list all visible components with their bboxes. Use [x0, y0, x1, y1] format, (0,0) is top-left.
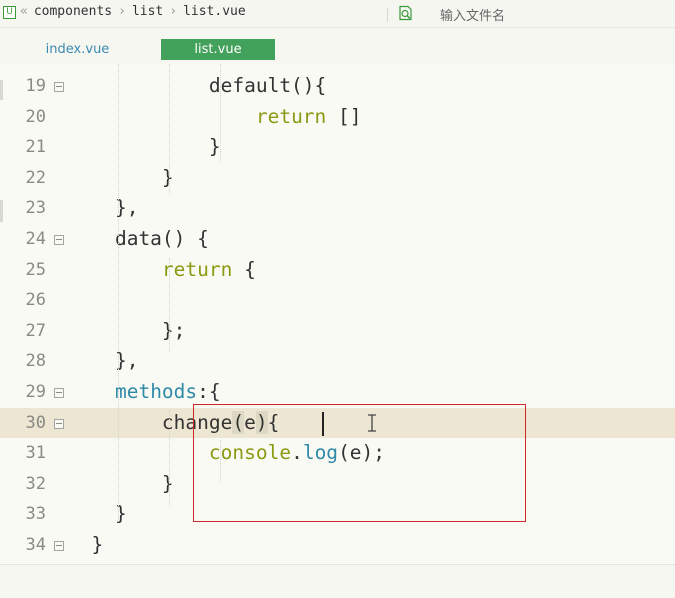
fold-toggle-icon[interactable] — [54, 388, 64, 398]
toolbar-divider — [387, 8, 388, 22]
breadcrumb-back-icon[interactable]: « — [20, 4, 28, 19]
code-text: return [] — [68, 102, 362, 132]
line-number: 29 — [25, 382, 46, 402]
code-text: default(){ — [68, 71, 326, 101]
indent-guide — [118, 64, 119, 522]
code-text: } — [68, 530, 103, 560]
fold-toggle-icon[interactable] — [54, 541, 64, 551]
line-number: 27 — [25, 320, 46, 341]
text-cursor — [322, 412, 324, 436]
breadcrumb-bar: U « components › list › list.vue 输入文件名 — [0, 0, 675, 28]
code-token: } — [68, 533, 104, 556]
code-text: } — [68, 469, 174, 499]
code-token: data() { — [68, 227, 209, 250]
annotation-box — [193, 404, 526, 522]
code-line[interactable]: 24 data() { — [0, 224, 675, 255]
code-text: }, — [68, 346, 139, 376]
line-number: 25 — [25, 259, 46, 280]
fold-toggle-icon[interactable] — [54, 82, 64, 92]
code-token: return — [161, 257, 233, 281]
code-text: }; — [68, 316, 186, 346]
code-token: } — [68, 165, 174, 189]
code-line[interactable]: 34 } — [0, 530, 675, 561]
code-line[interactable]: 20 return [] — [0, 102, 675, 133]
fold-toggle-icon[interactable] — [54, 235, 64, 245]
code-token: { — [232, 257, 256, 281]
code-token: methods — [114, 380, 198, 403]
code-text: }, — [68, 193, 139, 223]
code-line[interactable]: 21 } — [0, 132, 675, 163]
breadcrumb-item-list[interactable]: list — [132, 4, 163, 19]
line-number: 20 — [25, 106, 46, 127]
code-line[interactable]: 25 return { — [0, 255, 675, 286]
line-number: 19 — [25, 76, 46, 96]
breadcrumb-item-file[interactable]: list.vue — [183, 4, 246, 19]
line-number: 31 — [25, 443, 46, 464]
app-logo-icon: U — [3, 6, 16, 19]
line-number: 32 — [25, 473, 46, 494]
code-line[interactable]: 19 default(){ — [0, 71, 675, 102]
editor-tab-bar: index.vue list.vue — [0, 28, 675, 64]
code-text: } — [68, 132, 221, 162]
code-token: :{ — [197, 380, 221, 403]
code-line[interactable]: 27 }; — [0, 316, 675, 347]
line-number: 26 — [25, 290, 46, 311]
code-token: return — [255, 104, 327, 128]
breadcrumb-item-components[interactable]: components — [34, 4, 112, 19]
tab-list-vue[interactable]: list.vue — [161, 39, 275, 60]
code-line[interactable]: 22 } — [0, 163, 675, 194]
code-text: data() { — [68, 224, 209, 254]
line-number: 23 — [25, 198, 46, 219]
chevron-right-icon: › — [169, 4, 178, 19]
line-number: 28 — [25, 351, 46, 372]
code-line[interactable]: 28 }, — [0, 346, 675, 377]
line-number: 24 — [25, 229, 46, 249]
line-number: 30 — [25, 412, 46, 433]
breadcrumb: « components › list › list.vue — [20, 4, 246, 19]
line-number: 21 — [25, 137, 46, 158]
code-token: } — [68, 471, 174, 495]
code-text: return { — [68, 255, 256, 285]
tab-index-vue[interactable]: index.vue — [30, 39, 125, 60]
code-token: }, — [68, 349, 139, 373]
code-token: default(){ — [68, 74, 327, 97]
line-number: 22 — [25, 167, 46, 188]
line-number: 33 — [25, 504, 46, 525]
file-search-icon[interactable] — [398, 5, 414, 21]
editor-footer — [0, 564, 675, 598]
line-number: 34 — [25, 535, 46, 555]
code-text: methods:{ — [68, 377, 221, 407]
code-token: }; — [68, 318, 186, 342]
file-search-input[interactable]: 输入文件名 — [440, 5, 505, 24]
indent-guide — [220, 64, 221, 162]
ibeam-cursor-icon — [366, 413, 378, 433]
chevron-right-icon: › — [118, 4, 126, 19]
fold-toggle-icon[interactable] — [54, 418, 64, 429]
code-line[interactable]: 23 }, — [0, 193, 675, 224]
code-line[interactable]: 29 methods:{ — [0, 377, 675, 408]
indent-guide — [169, 410, 170, 506]
code-token: } — [68, 135, 221, 159]
code-token: [] — [326, 104, 362, 128]
indent-guide — [169, 64, 170, 194]
code-text: } — [68, 163, 174, 193]
code-line[interactable]: 26 — [0, 285, 675, 316]
code-token: }, — [68, 196, 139, 220]
indent-guide — [169, 258, 170, 352]
